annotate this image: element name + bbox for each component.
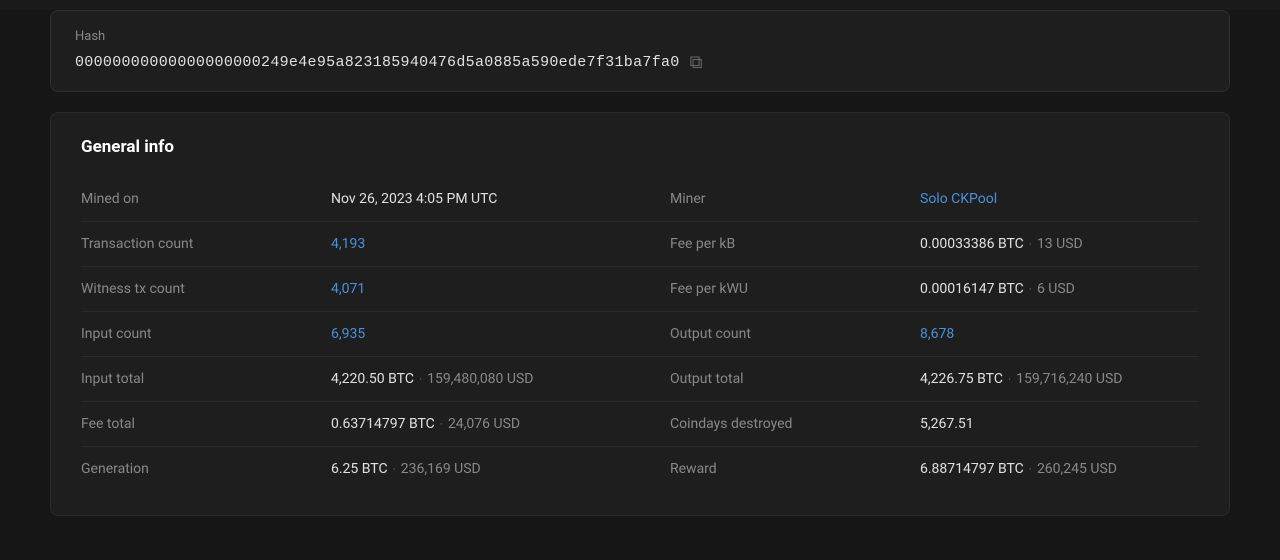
left-cell: Input total4,220.50 BTC·159,480,080 USD	[81, 357, 640, 401]
copy-icon[interactable]: ⧉	[690, 52, 703, 73]
pair-row: Input total4,220.50 BTC·159,480,080 USDO…	[81, 357, 1199, 402]
info-rows-container: Mined onNov 26, 2023 4:05 PM UTCMinerSol…	[81, 177, 1199, 491]
info-value-left: 0.63714797 BTC·24,076 USD	[331, 416, 640, 432]
left-cell: Witness tx count4,071	[81, 267, 640, 311]
info-value-right: 0.00016147 BTC·6 USD	[920, 281, 1199, 297]
right-cell: Output count8,678	[640, 312, 1199, 356]
info-label: Output total	[670, 371, 920, 387]
info-label: Output count	[670, 326, 920, 342]
pair-row: Witness tx count4,071Fee per kWU0.000161…	[81, 267, 1199, 312]
info-value-right[interactable]: Solo CKPool	[920, 191, 1199, 207]
left-cell: Fee total0.63714797 BTC·24,076 USD	[81, 402, 640, 446]
info-value-left[interactable]: 6,935	[331, 326, 640, 342]
info-label: Mined on	[81, 191, 331, 207]
info-label: Fee per kB	[670, 236, 920, 252]
info-label: Coindays destroyed	[670, 416, 920, 432]
pair-row: Fee total0.63714797 BTC·24,076 USDCoinda…	[81, 402, 1199, 447]
info-label: Miner	[670, 191, 920, 207]
right-cell: MinerSolo CKPool	[640, 177, 1199, 221]
right-cell: Output total4,226.75 BTC·159,716,240 USD	[640, 357, 1199, 401]
pair-row: Mined onNov 26, 2023 4:05 PM UTCMinerSol…	[81, 177, 1199, 222]
info-value-left[interactable]: 4,193	[331, 236, 640, 252]
hash-section: Hash 00000000000000000000249e4e95a823185…	[50, 10, 1230, 92]
right-cell: Coindays destroyed5,267.51	[640, 402, 1199, 446]
info-label: Reward	[670, 461, 920, 477]
left-cell: Generation6.25 BTC·236,169 USD	[81, 447, 640, 491]
page-wrapper: Hash 00000000000000000000249e4e95a823185…	[0, 10, 1280, 560]
info-value-left[interactable]: 4,071	[331, 281, 640, 297]
info-value-right: 0.00033386 BTC·13 USD	[920, 236, 1199, 252]
left-cell: Input count6,935	[81, 312, 640, 356]
hash-label: Hash	[75, 29, 1205, 44]
hash-value: 00000000000000000000249e4e95a82318594047…	[75, 54, 680, 71]
info-label: Transaction count	[81, 236, 331, 252]
right-cell: Fee per kWU0.00016147 BTC·6 USD	[640, 267, 1199, 311]
pair-row: Transaction count4,193Fee per kB0.000333…	[81, 222, 1199, 267]
right-cell: Reward6.88714797 BTC·260,245 USD	[640, 447, 1199, 491]
pair-row: Input count6,935Output count8,678	[81, 312, 1199, 357]
info-label: Input total	[81, 371, 331, 387]
info-value-right: 5,267.51	[920, 416, 1199, 432]
info-value-left: 4,220.50 BTC·159,480,080 USD	[331, 371, 640, 387]
left-cell: Transaction count4,193	[81, 222, 640, 266]
info-value-right: 6.88714797 BTC·260,245 USD	[920, 461, 1199, 477]
section-title: General info	[81, 137, 1199, 157]
info-value-right[interactable]: 8,678	[920, 326, 1199, 342]
right-cell: Fee per kB0.00033386 BTC·13 USD	[640, 222, 1199, 266]
info-value-left: 6.25 BTC·236,169 USD	[331, 461, 640, 477]
left-cell: Mined onNov 26, 2023 4:05 PM UTC	[81, 177, 640, 221]
info-label: Fee total	[81, 416, 331, 432]
info-label: Witness tx count	[81, 281, 331, 297]
hash-value-row: 00000000000000000000249e4e95a82318594047…	[75, 52, 1205, 73]
general-info-section: General info Mined onNov 26, 2023 4:05 P…	[50, 112, 1230, 516]
pair-row: Generation6.25 BTC·236,169 USDReward6.88…	[81, 447, 1199, 491]
info-value-left: Nov 26, 2023 4:05 PM UTC	[331, 191, 640, 207]
info-label: Input count	[81, 326, 331, 342]
info-label: Generation	[81, 461, 331, 477]
info-value-right: 4,226.75 BTC·159,716,240 USD	[920, 371, 1199, 387]
info-label: Fee per kWU	[670, 281, 920, 297]
